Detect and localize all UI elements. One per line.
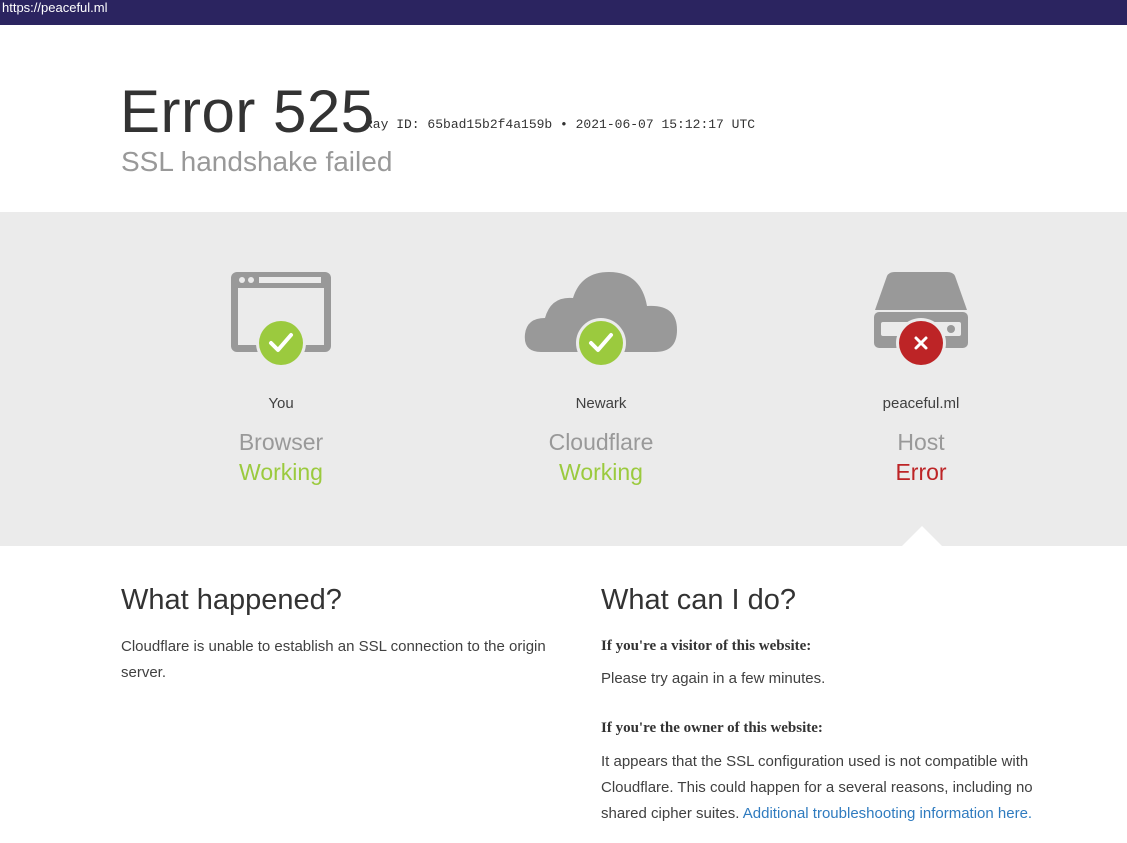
status-location: You	[268, 395, 294, 412]
owner-text-block: It appears that the SSL configuration us…	[601, 749, 1071, 827]
visitor-heading: If you're a visitor of this website:	[601, 638, 812, 654]
status-kind: Host	[897, 429, 945, 455]
explanation-section: What happened? Cloudflare is unable to e…	[0, 546, 1127, 843]
status-state: Working	[559, 459, 643, 485]
error-title: Error 525	[120, 78, 375, 145]
error-pointer	[902, 526, 942, 546]
owner-heading: If you're the owner of this website:	[601, 720, 823, 736]
status-kind: Browser	[238, 429, 324, 455]
status-state: Working	[239, 459, 323, 485]
status-location: Newark	[575, 395, 627, 412]
what-can-i-do-heading: What can I do?	[601, 584, 797, 616]
server-icon	[801, 270, 1041, 370]
browser-icon	[161, 270, 401, 370]
check-icon	[256, 318, 306, 368]
ray-id: Ray ID: 65bad15b2f4a159b • 2021-06-07 15…	[365, 117, 756, 132]
url-text: https://peaceful.ml	[2, 0, 108, 15]
error-subtitle: SSL handshake failed	[121, 146, 393, 177]
status-location: peaceful.ml	[882, 395, 960, 412]
x-icon	[896, 318, 946, 368]
what-happened-heading: What happened?	[121, 584, 342, 616]
what-happened-text: Cloudflare is unable to establish an SSL…	[121, 638, 546, 681]
check-icon	[576, 318, 626, 368]
status-kind: Cloudflare	[548, 429, 654, 455]
visitor-text: Please try again in a few minutes.	[601, 670, 826, 687]
cloud-icon	[481, 270, 721, 370]
address-bar[interactable]: https://peaceful.ml	[0, 0, 1127, 25]
troubleshooting-link[interactable]: Additional troubleshooting information h…	[743, 805, 1032, 822]
status-panel: You Browser Working Newark Cloudflare Wo…	[0, 212, 1127, 546]
error-header: Error 525 Ray ID: 65bad15b2f4a159b • 202…	[0, 25, 1127, 212]
status-state: Error	[895, 459, 947, 485]
